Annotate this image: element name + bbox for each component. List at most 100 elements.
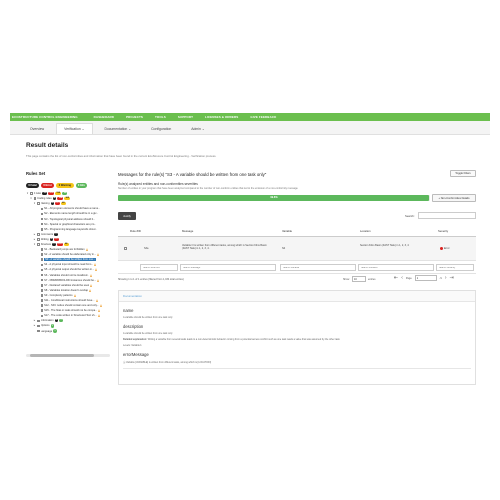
nav-tools[interactable]: TOOLS xyxy=(155,115,166,119)
search-input[interactable] xyxy=(418,212,476,219)
legend-warning-badge[interactable]: 0 Warning xyxy=(56,183,74,188)
table-header: Rule #ID Message Variable Location Sever… xyxy=(118,226,476,237)
rule-checkbox[interactable] xyxy=(40,207,44,211)
rule-checkbox[interactable] xyxy=(40,263,44,267)
legend-fatal-badge[interactable]: 0 Fatal xyxy=(26,183,39,188)
column-location[interactable]: Location xyxy=(360,229,371,233)
documentation-header: Documentation xyxy=(119,291,475,302)
last-page-icon[interactable]: ⇥ xyxy=(449,275,453,281)
rule-checkbox[interactable] xyxy=(30,192,33,195)
prev-page-icon[interactable]: ‹ xyxy=(401,275,403,281)
nav-dashboard[interactable]: DASHBOARD xyxy=(94,115,114,119)
severity-count-badge: 2 xyxy=(49,237,54,241)
first-page-icon[interactable]: ⇤ xyxy=(394,275,398,281)
warning-triangle-icon xyxy=(85,248,88,252)
rule-label: N1 - All program elements should have a … xyxy=(44,207,101,211)
section-subtext: Number of entities in your program that … xyxy=(118,187,298,190)
rule-checkbox[interactable] xyxy=(40,248,44,251)
next-page-icon[interactable]: › xyxy=(445,275,447,281)
rules-tree-scrollbar[interactable] xyxy=(26,354,110,357)
rule-checkbox[interactable] xyxy=(40,212,44,216)
warning-triangle-icon xyxy=(95,299,98,303)
column-message[interactable]: Message xyxy=(182,229,193,233)
rule-checkbox[interactable] xyxy=(37,324,40,328)
filter-location[interactable] xyxy=(358,264,434,271)
filter-variable[interactable] xyxy=(280,264,356,271)
rule-label: Coding rules xyxy=(37,197,52,201)
rule-checkbox[interactable] xyxy=(37,243,40,246)
toggle-filters-button[interactable]: Toggle Filters xyxy=(450,170,476,177)
nav-feedback[interactable]: GIVE FEEDBACK xyxy=(250,115,276,119)
expand-toggle-icon[interactable]: ▾ xyxy=(33,202,36,205)
messages-title: Messages for the rule(s) "S3 - A variabl… xyxy=(118,172,267,177)
tab-admin[interactable]: Admin ⌄ xyxy=(183,123,212,134)
rule-checkbox[interactable] xyxy=(37,233,40,236)
nav-licenses[interactable]: LICENSES & ORDERS xyxy=(205,115,238,119)
non-conformities-details-button[interactable]: + Non-Conformities Details xyxy=(432,194,476,202)
tab-configuration[interactable]: Configuration xyxy=(143,123,179,134)
expand-toggle-icon[interactable]: ▸ xyxy=(33,233,36,236)
tab-documentation[interactable]: Documentation ⌄ xyxy=(97,123,140,134)
severity-count-badge: 190 xyxy=(55,191,62,196)
severity-count-badge: 1 xyxy=(59,319,63,323)
legend-error-badge[interactable]: 0 Error xyxy=(41,183,55,188)
rule-checkbox[interactable] xyxy=(40,283,44,287)
doc-name-text: A variable should be written from one ta… xyxy=(123,316,173,319)
rule-checkbox[interactable] xyxy=(40,309,44,312)
scrollbar-thumb[interactable] xyxy=(30,354,94,357)
rule-checkbox[interactable] xyxy=(37,202,40,206)
doc-name-heading: name xyxy=(123,308,134,313)
expand-toggle-icon[interactable]: ▸ xyxy=(33,324,36,327)
rule-checkbox[interactable] xyxy=(40,222,44,226)
nav-projects[interactable]: PROJECTS xyxy=(126,115,143,119)
page-size-select[interactable]: 10 xyxy=(352,276,366,282)
filter-severity[interactable] xyxy=(436,264,474,271)
severity-count-badge: 9 xyxy=(52,197,57,201)
tab-overview[interactable]: Overview xyxy=(22,123,52,134)
tab-verification[interactable]: Verification ⌄ xyxy=(56,123,93,134)
filter-message[interactable] xyxy=(180,264,276,271)
page-total: /1 xyxy=(439,276,442,280)
nav-support[interactable]: SUPPORT xyxy=(178,115,193,119)
rule-checkbox[interactable] xyxy=(40,314,44,318)
table-row[interactable]: S3a Variable N is written from different… xyxy=(118,237,476,261)
expand-toggle-icon[interactable]: ▸ xyxy=(33,319,36,322)
rule-checkbox[interactable] xyxy=(40,258,44,262)
column-variable[interactable]: Variable xyxy=(282,229,292,233)
rule-checkbox[interactable] xyxy=(40,268,44,272)
rule-checkbox[interactable] xyxy=(40,294,44,297)
section-header: Rule(s) analyzed entities and non-confor… xyxy=(118,182,198,186)
rule-label: S17 - The code written in Structured Tex… xyxy=(44,314,97,318)
rule-checkbox[interactable] xyxy=(37,238,40,241)
rule-checkbox[interactable] xyxy=(40,278,44,282)
column-rule-id[interactable]: Rule #ID xyxy=(130,229,141,233)
rule-checkbox[interactable] xyxy=(37,329,40,333)
rule-checkbox[interactable] xyxy=(40,273,44,277)
rule-label: Structure xyxy=(40,242,52,246)
nav-brand[interactable]: ECOSTRUCTURE CONTROL ENGINEERING xyxy=(12,115,78,119)
rule-checkbox[interactable] xyxy=(40,289,44,292)
expand-toggle-icon[interactable]: ▾ xyxy=(33,243,36,246)
rule-label: S8 - Variables location doesn't overlap xyxy=(44,288,89,292)
filter-rule-id[interactable] xyxy=(140,264,178,271)
rule-checkbox[interactable] xyxy=(33,197,37,200)
rule-checkbox[interactable] xyxy=(40,227,44,231)
row-checkbox[interactable] xyxy=(124,247,127,250)
rule-checkbox[interactable] xyxy=(40,299,44,302)
cell-rule-id: S3a xyxy=(144,247,149,250)
expand-toggle-icon[interactable]: ▸ xyxy=(33,238,36,241)
severity-count-badge: 5 xyxy=(50,202,55,206)
column-severity[interactable]: Severity xyxy=(438,229,448,233)
rule-tree-item[interactable]: Language 1 xyxy=(26,329,110,334)
expand-toggle-icon[interactable]: ▾ xyxy=(26,192,29,195)
severity-count-badge: 55 xyxy=(42,191,48,196)
legend-info-badge[interactable]: 0 Info xyxy=(75,183,88,188)
showing-entries-text: Showing 1 to 1 of 1 entries (filtered fr… xyxy=(118,278,184,281)
rule-checkbox[interactable] xyxy=(37,319,40,323)
rule-checkbox[interactable] xyxy=(40,304,44,307)
justify-button[interactable]: Justify xyxy=(118,212,136,220)
rule-checkbox[interactable] xyxy=(40,253,44,256)
page-select[interactable]: 1 xyxy=(414,275,437,281)
expand-toggle-icon[interactable]: ▾ xyxy=(30,197,33,200)
rule-checkbox[interactable] xyxy=(40,217,44,221)
